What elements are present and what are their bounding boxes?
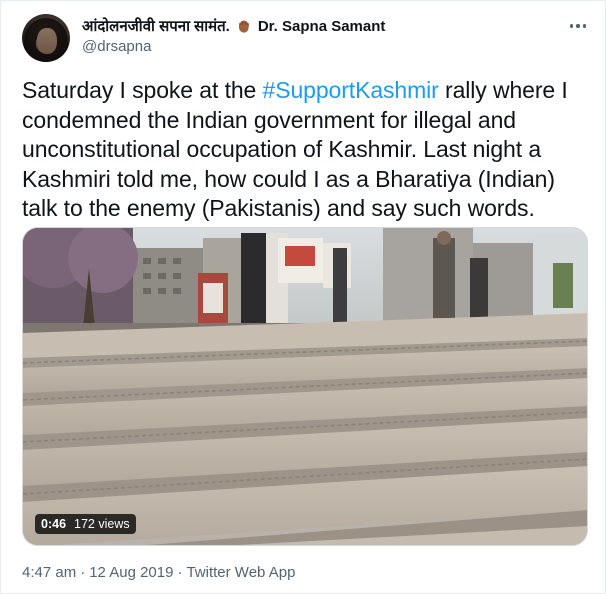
avatar[interactable] [22, 14, 70, 62]
video-views: 172 views [74, 517, 130, 531]
tweet-date[interactable]: 12 Aug 2019 [89, 564, 173, 581]
video-player[interactable]: 0:46 172 views [22, 227, 588, 546]
more-options-icon[interactable] [568, 21, 588, 31]
avatar-face [37, 28, 57, 54]
meta-separator-2: · [177, 564, 183, 581]
hashtag-link[interactable]: #SupportKashmir [263, 77, 439, 103]
tweet-source[interactable]: Twitter Web App [186, 564, 295, 581]
video-info-badge: 0:46 172 views [35, 514, 136, 534]
video-duration: 0:46 [41, 517, 67, 531]
author-name-row[interactable]: आंदोलनजीवी सपना सामंत. Dr. Sapna Samant [82, 16, 385, 36]
video-frame-image [23, 228, 587, 545]
tweet-text-before: Saturday I spoke at the [22, 77, 263, 103]
tweet-time[interactable]: 4:47 am [22, 564, 76, 581]
tweet-text: Saturday I spoke at the #SupportKashmir … [22, 76, 588, 224]
tweet-card: आंदोलनजीवी सपना सामंत. Dr. Sapna Samant … [0, 0, 606, 594]
meta-separator: · [80, 564, 86, 581]
author-handle[interactable]: @drsapna [82, 38, 151, 55]
raised-fist-icon [236, 18, 252, 34]
tweet-meta: 4:47 am · 12 Aug 2019 · Twitter Web App [22, 564, 295, 581]
display-name-hindi[interactable]: आंदोलनजीवी सपना सामंत. [82, 16, 230, 36]
display-name-english[interactable]: Dr. Sapna Samant [258, 18, 386, 35]
